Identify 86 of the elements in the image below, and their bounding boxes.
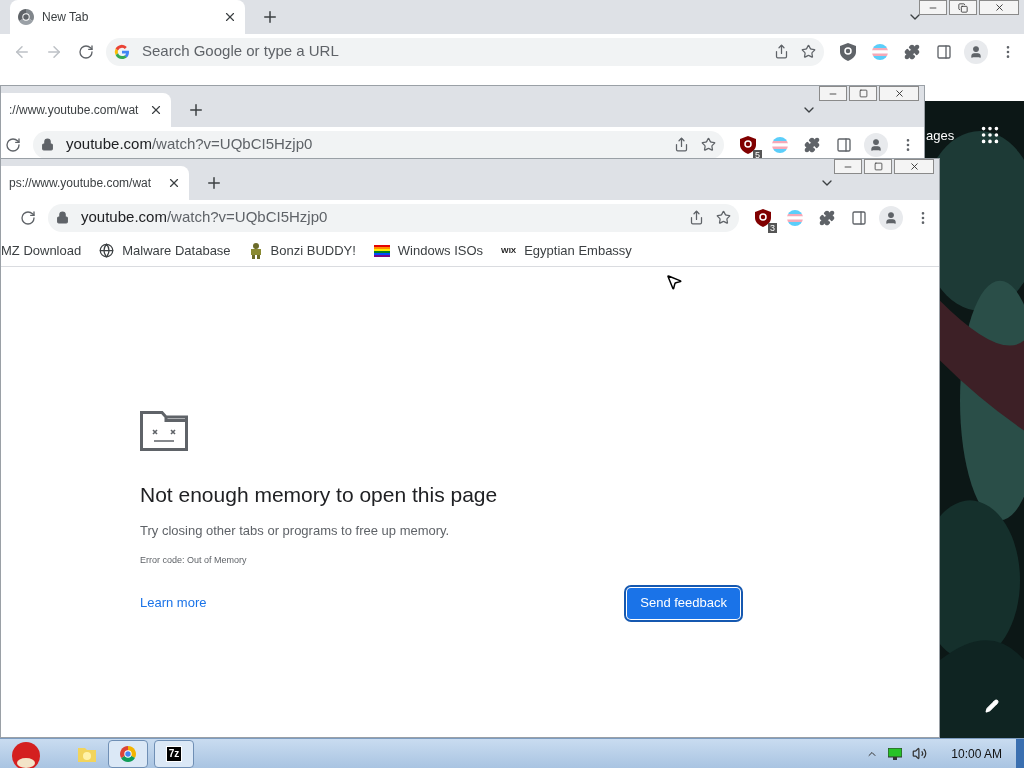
browser-tab[interactable]: ://www.youtube.com/wat (1, 93, 171, 127)
maximize-icon (858, 89, 868, 98)
learn-more-link[interactable]: Learn more (140, 593, 207, 613)
bookmark-link[interactable]: MZ Download (1, 240, 82, 261)
bookmark-link[interactable]: Egyptian Embassy (524, 240, 632, 261)
chrome-logo-icon (120, 745, 136, 762)
close-icon (893, 88, 905, 99)
close-icon (993, 2, 1005, 13)
globe-icon (99, 243, 115, 258)
monitor-icon[interactable] (888, 747, 903, 760)
count-badge: 3 (768, 222, 777, 233)
striped-circle-icon (787, 209, 803, 226)
striped-circle-icon (772, 136, 788, 153)
archive-label: 7z (165, 745, 183, 762)
lock-icon (41, 138, 54, 151)
side-panel-icon (851, 209, 867, 226)
share-icon[interactable] (774, 44, 789, 59)
reload-icon (20, 209, 36, 226)
share-icon[interactable] (689, 210, 704, 225)
google-logo-icon (114, 43, 130, 60)
tab-title: ps://www.youtube.com/wat (9, 175, 153, 192)
folder-icon (78, 745, 96, 762)
error-code: Error code: Out of Memory (140, 554, 248, 567)
volume-icon[interactable] (912, 746, 928, 761)
restore-icon (958, 2, 968, 13)
tab-close-icon[interactable] (167, 176, 181, 190)
maximize-button[interactable] (864, 159, 892, 174)
close-button[interactable] (894, 159, 934, 174)
customize-icon[interactable] (985, 699, 999, 713)
rainbow-flag-icon (373, 243, 390, 258)
reload-icon (78, 43, 94, 60)
taskbar-button[interactable]: 7z (154, 739, 194, 768)
tab-title: ://www.youtube.com/wat (9, 102, 140, 119)
close-button[interactable] (979, 0, 1019, 15)
side-panel-icon (936, 43, 952, 60)
new-tab-icon[interactable] (187, 101, 205, 119)
close-icon (908, 161, 920, 172)
puzzle-icon (804, 136, 820, 153)
shield-icon (740, 135, 756, 154)
puzzle-icon (819, 209, 835, 226)
share-icon[interactable] (674, 137, 689, 152)
reload-icon (5, 136, 21, 153)
address-text: youtube.com/watch?v=UQbCI5Hzjp0 (66, 134, 314, 155)
send-feedback-button[interactable]: Send feedback (627, 587, 740, 619)
images-link[interactable]: ages (926, 126, 955, 146)
bookmark-star-icon[interactable] (701, 137, 716, 152)
lock-icon (56, 211, 69, 224)
bookmark-star-icon[interactable] (716, 210, 731, 225)
striped-circle-icon (872, 43, 888, 60)
error-message: Try closing other tabs or programs to free up memory. (140, 521, 451, 540)
new-tab-icon[interactable] (205, 174, 223, 192)
person-icon (969, 44, 983, 59)
new-tab-icon[interactable] (261, 8, 279, 26)
shield-icon (755, 208, 771, 227)
shield-extension-button[interactable]: 3 (747, 201, 779, 234)
close-button[interactable] (879, 86, 919, 101)
puzzle-icon (904, 43, 920, 60)
person-icon (869, 137, 883, 152)
bookmark-star-icon[interactable] (801, 44, 816, 59)
tab-title: New Tab (42, 9, 90, 26)
clock[interactable]: 10:00 AM (951, 744, 1002, 763)
bookmark-link[interactable]: Windows ISOs (397, 240, 484, 261)
sad-folder-icon (140, 411, 188, 451)
mouse-cursor-icon (665, 273, 683, 291)
favicon-text: WIX (501, 244, 517, 257)
tab-close-icon[interactable] (223, 10, 237, 24)
figure-icon (248, 242, 263, 259)
bookmark-link[interactable]: Bonzi BUDDY! (270, 240, 356, 261)
browser-tab[interactable]: New Tab (10, 0, 245, 34)
address-bar[interactable]: youtube.com/watch?v=UQbCI5Hzjp0 (33, 130, 724, 159)
apps-icon[interactable] (979, 124, 1001, 146)
person-icon (884, 210, 898, 225)
maximize-icon (873, 162, 883, 171)
shield-icon (840, 42, 856, 61)
restore-button[interactable] (949, 0, 977, 15)
taskbar-button[interactable] (108, 739, 148, 768)
maximize-button[interactable] (849, 86, 877, 101)
address-bar[interactable]: youtube.com/watch?v=UQbCI5Hzjp0 (48, 203, 739, 232)
browser-tab[interactable]: ps://www.youtube.com/wat (1, 166, 189, 200)
bookmark-link[interactable]: Malware Database (122, 240, 231, 261)
tab-close-icon[interactable] (149, 103, 163, 117)
side-panel-icon (836, 136, 852, 153)
address-input[interactable]: Search Google or type a URL (142, 40, 762, 63)
address-bar[interactable]: Search Google or type a URL (106, 37, 824, 66)
error-heading: Not enough memory to open this page (140, 482, 499, 508)
address-text: youtube.com/watch?v=UQbCI5Hzjp0 (81, 207, 329, 228)
